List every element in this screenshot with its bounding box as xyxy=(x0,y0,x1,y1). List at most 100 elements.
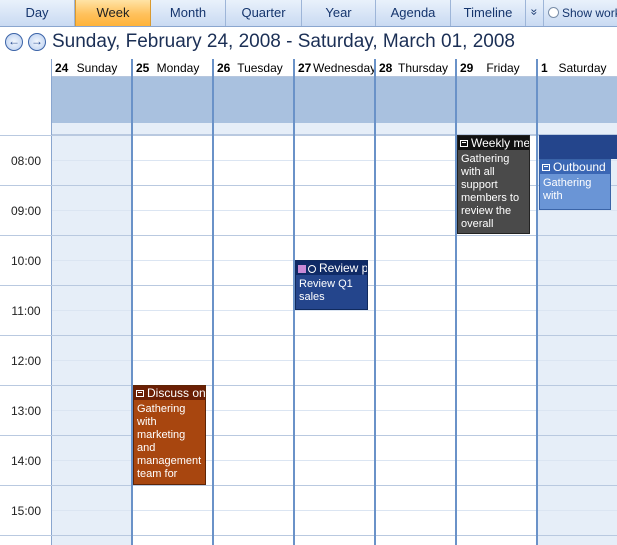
week-grid: 24 Sunday 25 Monday 26 Tuesday 27 Wednesday … xyxy=(0,59,617,545)
tab-week[interactable]: Week xyxy=(75,0,151,26)
arrow-left-icon: ← xyxy=(8,34,20,48)
grid-line xyxy=(52,535,617,536)
appointment-outbound[interactable]: Outbound Gathering with xyxy=(539,159,611,210)
date-range-title: Sunday, February 24, 2008 - Saturday, Ma… xyxy=(52,31,515,52)
column-divider xyxy=(374,59,376,545)
more-views-button[interactable]: » xyxy=(526,0,544,26)
time-label: 14:00 xyxy=(10,454,42,468)
time-separator xyxy=(0,435,52,436)
day-header-tuesday[interactable]: 26 Tuesday xyxy=(214,59,294,77)
appointment-body: Review Q1 sales xyxy=(299,278,353,303)
time-separator xyxy=(0,135,52,136)
previous-week-button[interactable]: ← xyxy=(5,33,23,51)
day-header-thursday[interactable]: 28 Thursday xyxy=(376,59,456,77)
appointment-review[interactable]: Review pe Review Q1 sales xyxy=(295,260,368,310)
day-header-monday[interactable]: 25 Monday xyxy=(133,59,213,77)
grid-line xyxy=(52,485,617,486)
time-separator xyxy=(0,335,52,336)
allday-cell-sunday[interactable] xyxy=(52,77,132,123)
day-name: Friday xyxy=(486,61,520,75)
allday-separator xyxy=(52,123,617,135)
day-column-thursday[interactable] xyxy=(376,135,456,545)
time-separator xyxy=(0,485,52,486)
allday-cell-thursday[interactable] xyxy=(376,77,456,123)
next-week-button[interactable]: → xyxy=(28,33,46,51)
day-column-wednesday[interactable] xyxy=(295,135,375,545)
arrow-right-icon: → xyxy=(31,34,43,48)
day-header-friday[interactable]: 29 Friday xyxy=(457,59,537,77)
recurring-icon xyxy=(542,164,550,171)
column-divider xyxy=(212,59,214,545)
grid-line xyxy=(52,210,617,211)
day-number: 27 xyxy=(298,61,312,75)
grid-line xyxy=(52,310,617,311)
allday-cell-wednesday[interactable] xyxy=(295,77,375,123)
time-label: 09:00 xyxy=(10,204,42,218)
reminder-icon xyxy=(308,265,316,273)
appointment-header: Review pe xyxy=(296,261,367,275)
day-name: Wednesday xyxy=(313,61,375,75)
appointment-discuss[interactable]: Discuss on Gathering with marketing and … xyxy=(133,385,206,485)
tab-day[interactable]: Day xyxy=(0,0,75,26)
allday-cell-tuesday[interactable] xyxy=(214,77,294,123)
appointment-header: Weekly mee xyxy=(458,136,529,150)
day-name: Monday xyxy=(156,61,200,75)
tab-year[interactable]: Year xyxy=(302,0,376,26)
grid-line xyxy=(52,135,617,136)
tab-agenda[interactable]: Agenda xyxy=(376,0,451,26)
grid-line xyxy=(52,160,617,161)
time-separator xyxy=(0,535,52,536)
day-header-saturday[interactable]: 1 Saturday xyxy=(538,59,617,77)
show-work-label: Show work xyxy=(562,6,617,20)
allday-cell-friday[interactable] xyxy=(457,77,537,123)
grid-line xyxy=(52,510,617,511)
time-label: 11:00 xyxy=(11,304,41,318)
appointment-body: Gathering with marketing and management … xyxy=(137,403,202,480)
grid-line xyxy=(52,185,617,186)
recurring-icon xyxy=(136,390,144,397)
time-separator xyxy=(0,285,52,286)
appointment-bar[interactable] xyxy=(539,135,617,159)
column-divider xyxy=(455,59,457,545)
tab-month[interactable]: Month xyxy=(151,0,226,26)
day-name: Saturday xyxy=(558,61,607,75)
show-work-hours-toggle[interactable]: Show work xyxy=(548,0,617,26)
day-name: Sunday xyxy=(76,61,118,75)
time-label: 13:00 xyxy=(10,404,42,418)
day-header-wednesday[interactable]: 27 Wednesday xyxy=(295,59,375,77)
time-separator xyxy=(0,385,52,386)
appointment-body: Gathering with xyxy=(543,177,592,202)
time-label: 15:00 xyxy=(10,504,42,518)
appointment-title: Discuss on xyxy=(147,386,206,400)
date-navigation-bar: ← → Sunday, February 24, 2008 - Saturday… xyxy=(0,27,617,59)
day-header-sunday[interactable]: 24 Sunday xyxy=(52,59,132,77)
time-label: 10:00 xyxy=(10,254,42,268)
column-divider xyxy=(536,59,538,545)
appointment-title: Weekly mee xyxy=(471,136,530,150)
time-ruler xyxy=(0,59,52,545)
time-separator xyxy=(0,235,52,236)
recurring-icon xyxy=(460,140,468,147)
day-column-sunday[interactable] xyxy=(52,135,132,545)
day-name: Tuesday xyxy=(237,61,283,75)
allday-cell-saturday[interactable] xyxy=(538,77,617,123)
grid-line xyxy=(52,235,617,236)
appointment-header: Outbound xyxy=(540,160,610,174)
view-switcher-bar: Day Week Month Quarter Year Agenda Timel… xyxy=(0,0,617,27)
appointment-title: Review pe xyxy=(319,261,368,275)
grid-line xyxy=(52,335,617,336)
time-separator xyxy=(0,185,52,186)
show-work-radio[interactable] xyxy=(548,7,559,18)
appointment-title: Outbound xyxy=(553,160,606,174)
tab-timeline[interactable]: Timeline xyxy=(451,0,526,26)
day-name: Thursday xyxy=(397,61,449,75)
appointment-weekly-meeting[interactable]: Weekly mee Gathering with all support me… xyxy=(457,135,530,234)
tab-quarter[interactable]: Quarter xyxy=(226,0,302,26)
time-label: 08:00 xyxy=(10,154,42,168)
category-icon xyxy=(298,265,306,273)
chevron-double-down-icon: » xyxy=(527,8,542,16)
grid-line xyxy=(52,360,617,361)
appointment-header: Discuss on xyxy=(134,386,205,400)
allday-cell-monday[interactable] xyxy=(133,77,213,123)
day-column-tuesday[interactable] xyxy=(214,135,294,545)
